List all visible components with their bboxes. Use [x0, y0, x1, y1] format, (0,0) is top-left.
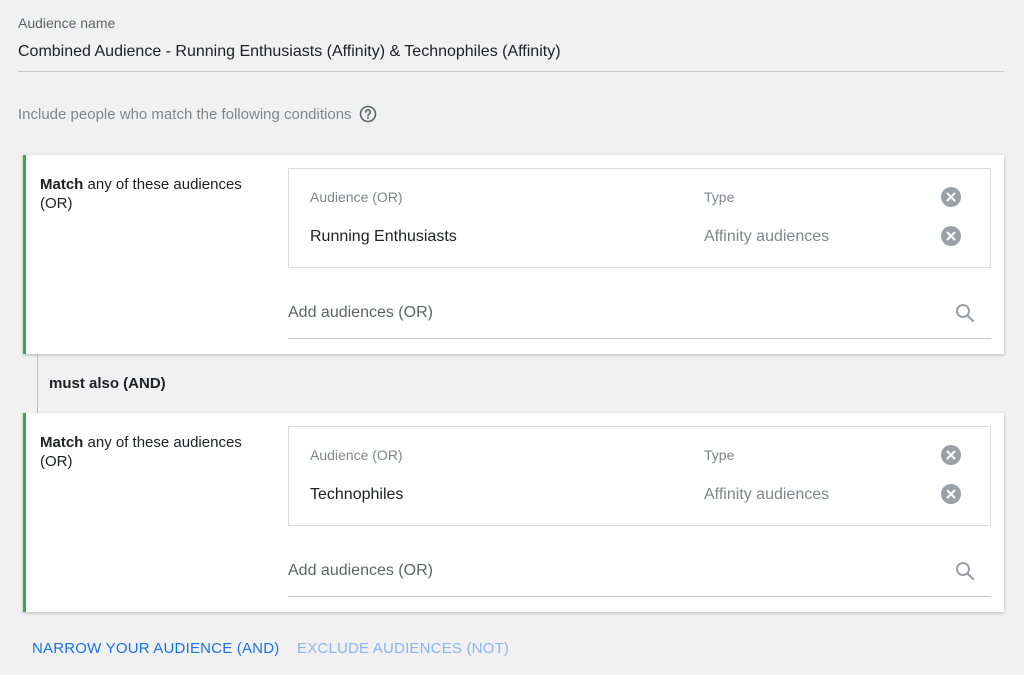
table-cell-type: Affinity audiences	[704, 228, 830, 245]
and-connector-label: must also (AND)	[49, 375, 166, 392]
audience-name-field[interactable]: Combined Audience - Running Enthusiasts …	[18, 43, 561, 61]
remove-audience-icon[interactable]	[941, 226, 961, 246]
audience-name-label: Audience name	[18, 15, 116, 31]
search-icon[interactable]	[954, 302, 976, 324]
help-circle-icon[interactable]	[359, 105, 377, 123]
group-title-match: Match	[40, 434, 84, 451]
table-cell-audience: Technophiles	[310, 486, 404, 503]
column-header-audience: Audience (OR)	[310, 189, 403, 205]
column-header-type: Type	[704, 447, 735, 463]
include-conditions-text: Include people who match the following c…	[18, 105, 352, 123]
group-title: Match any of these audiences (OR)	[40, 433, 275, 471]
and-connector-line	[37, 354, 38, 413]
audience-table: Audience (OR) Type Running Enthusiasts A…	[288, 168, 991, 268]
add-audiences-underline	[288, 338, 991, 339]
remove-all-icon[interactable]	[941, 187, 961, 207]
add-audiences-underline	[288, 596, 991, 597]
exclude-audiences-button[interactable]: EXCLUDE AUDIENCES (NOT)	[297, 640, 509, 657]
audience-name-underline	[18, 71, 1004, 72]
narrow-audience-button[interactable]: NARROW YOUR AUDIENCE (AND)	[32, 640, 279, 657]
audience-table: Audience (OR) Type Technophiles Affinity…	[288, 426, 991, 526]
add-audiences-input[interactable]: Add audiences (OR)	[288, 562, 433, 580]
audience-group-1: Match any of these audiences (OR) Audien…	[23, 155, 1004, 354]
column-header-type: Type	[704, 189, 735, 205]
add-audiences-input[interactable]: Add audiences (OR)	[288, 304, 433, 322]
group-title-match: Match	[40, 176, 84, 193]
remove-all-icon[interactable]	[941, 445, 961, 465]
table-cell-audience: Running Enthusiasts	[310, 228, 457, 245]
include-conditions-row: Include people who match the following c…	[18, 105, 377, 123]
search-icon[interactable]	[954, 560, 976, 582]
table-cell-type: Affinity audiences	[704, 486, 830, 503]
remove-audience-icon[interactable]	[941, 484, 961, 504]
column-header-audience: Audience (OR)	[310, 447, 403, 463]
audience-group-2: Match any of these audiences (OR) Audien…	[23, 413, 1004, 612]
group-title: Match any of these audiences (OR)	[40, 175, 275, 213]
